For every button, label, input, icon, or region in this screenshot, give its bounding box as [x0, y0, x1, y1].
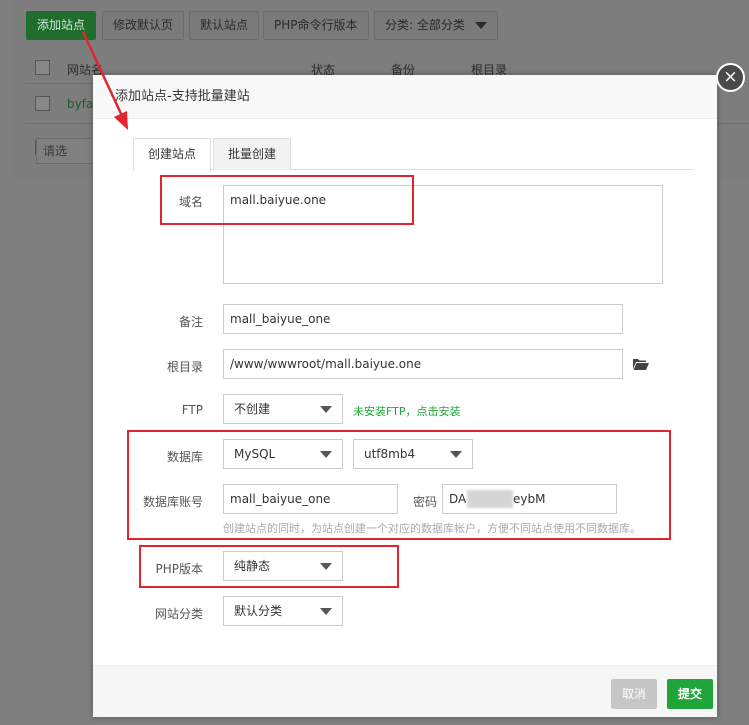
add-site-button[interactable]: 添加站点 — [26, 11, 97, 40]
modal-footer: 取消 提交 — [93, 665, 717, 717]
site-category-label: 网站分类 — [154, 607, 203, 621]
cancel-button[interactable]: 取消 — [611, 679, 658, 709]
default-site-button[interactable]: 默认站点 — [189, 11, 260, 40]
chevron-down-icon — [320, 563, 332, 570]
php-cli-version-button[interactable]: PHP命令行版本 — [263, 11, 369, 40]
redacted-blur — [467, 490, 513, 508]
folder-open-icon[interactable] — [633, 358, 649, 370]
chevron-down-icon — [320, 406, 332, 413]
site-toolbar: 添加站点 修改默认页 默认站点 PHP命令行版本 分类: 全部分类 — [0, 0, 749, 48]
database-type-select[interactable]: MySQL — [223, 439, 343, 469]
database-label: 数据库 — [166, 450, 203, 464]
modal-tabs: 创建站点 批量创建 — [133, 138, 693, 171]
database-password-input[interactable]: DA eybM — [442, 484, 617, 514]
submit-button[interactable]: 提交 — [667, 679, 714, 709]
site-category-value: 默认分类 — [234, 604, 283, 618]
database-charset-select[interactable]: utf8mb4 — [353, 439, 473, 469]
category-filter-select[interactable]: 分类: 全部分类 — [374, 11, 498, 40]
add-site-modal: 添加站点-支持批量建站 创建站点 批量创建 域名 mall.baiyue.one… — [93, 75, 717, 717]
modal-title: 添加站点-支持批量建站 — [93, 75, 717, 119]
remark-label: 备注 — [178, 315, 203, 329]
row-checkbox[interactable] — [35, 96, 50, 111]
close-icon[interactable]: × — [716, 63, 745, 92]
database-password-label: 密码 — [412, 495, 437, 509]
category-filter-label: 分类: 全部分类 — [385, 18, 465, 32]
ftp-label: FTP — [181, 403, 203, 417]
database-account-label: 数据库账号 — [142, 495, 203, 509]
root-dir-label: 根目录 — [166, 360, 203, 374]
database-charset-value: utf8mb4 — [364, 447, 416, 461]
chevron-down-icon — [450, 451, 462, 458]
php-version-select[interactable]: 纯静态 — [223, 551, 343, 581]
php-version-label: PHP版本 — [155, 562, 204, 576]
remark-input[interactable]: mall_baiyue_one — [223, 304, 623, 334]
chevron-down-icon — [320, 451, 332, 458]
tab-batch-create[interactable]: 批量创建 — [213, 138, 292, 170]
site-name-link[interactable]: byfa — [67, 97, 93, 111]
domain-textarea[interactable]: mall.baiyue.one — [223, 185, 663, 284]
batch-action-placeholder: 请选 — [43, 144, 68, 158]
ftp-select-value: 不创建 — [234, 402, 271, 416]
php-version-value: 纯静态 — [234, 559, 271, 573]
select-all-checkbox[interactable] — [35, 60, 50, 75]
edit-default-page-button[interactable]: 修改默认页 — [102, 11, 185, 40]
tab-create-site[interactable]: 创建站点 — [133, 138, 212, 171]
batch-action-select[interactable]: 请选 — [36, 138, 100, 164]
password-visible-end: eybM — [513, 492, 546, 506]
password-visible-start: DA — [449, 492, 467, 506]
chevron-down-icon — [320, 608, 332, 615]
chevron-down-icon — [474, 22, 487, 29]
domain-label: 域名 — [178, 195, 203, 209]
database-hint: 创建站点的同时，为站点创建一个对应的数据库帐户，方便不同站点使用不同数据库。 — [223, 522, 641, 535]
database-type-value: MySQL — [234, 447, 276, 461]
install-ftp-link[interactable]: 未安装FTP，点击安装 — [353, 403, 461, 419]
site-category-select[interactable]: 默认分类 — [223, 596, 343, 626]
root-dir-input[interactable]: /www/wwwroot/mall.baiyue.one — [223, 349, 623, 379]
ftp-select[interactable]: 不创建 — [223, 394, 343, 424]
